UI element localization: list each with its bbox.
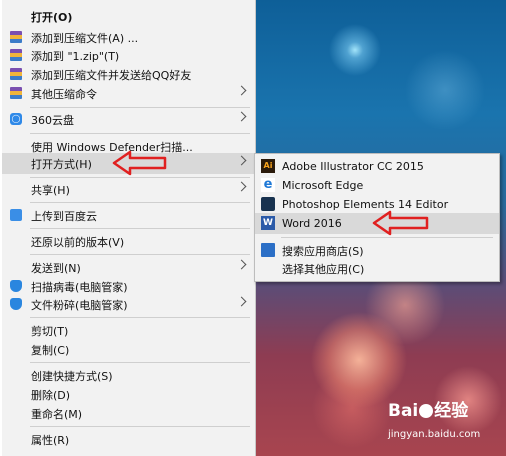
menu-item-create-shortcut[interactable]: 创建快捷方式(S) (2, 365, 255, 386)
menu-item-other-archive-commands[interactable]: 其他压缩命令 (2, 83, 255, 104)
menu-item-upload-baidu-cloud[interactable]: 上传到百度云 (2, 205, 255, 226)
menu-item-add-to-zip[interactable]: 添加到 "1.zip"(T) (2, 45, 255, 66)
menu-item-label: 上传到百度云 (31, 209, 97, 223)
menu-item-label: 扫描病毒(电脑管家) (31, 280, 128, 294)
cloud-360-icon: ◯ (10, 113, 22, 125)
archive-icon (10, 31, 22, 43)
chevron-right-icon (236, 181, 247, 192)
submenu-item-label: Microsoft Edge (282, 179, 364, 192)
photoshop-elements-icon (261, 197, 275, 211)
menu-item-label: 剪切(T) (31, 324, 69, 338)
menu-item-properties[interactable]: 属性(R) (2, 429, 255, 450)
submenu-item-choose-other-app[interactable]: 选择其他应用(C) (255, 258, 499, 279)
menu-separator (30, 202, 250, 203)
annotation-arrow-icon (372, 210, 429, 236)
menu-item-label: 打开(O) (31, 10, 73, 24)
menu-item-share[interactable]: 共享(H) (2, 179, 255, 200)
menu-item-label: 其他压缩命令 (31, 87, 97, 101)
menu-item-rename[interactable]: 重命名(M) (2, 403, 255, 424)
menu-item-copy[interactable]: 复制(C) (2, 339, 255, 360)
illustrator-icon: Ai (261, 159, 275, 173)
edge-icon: e (261, 178, 275, 192)
menu-item-file-shredder[interactable]: 文件粉碎(电脑管家) (2, 294, 255, 315)
archive-icon (10, 49, 22, 61)
menu-item-label: 创建快捷方式(S) (31, 369, 113, 383)
menu-item-label: 打开方式(H) (31, 157, 92, 171)
archive-icon (10, 68, 22, 80)
archive-icon (10, 87, 22, 99)
baidu-cloud-icon (10, 209, 22, 221)
menu-item-archive-send-qq[interactable]: 添加到压缩文件并发送给QQ好友 (2, 64, 255, 85)
menu-separator (30, 228, 250, 229)
baidu-paw-icon (419, 404, 434, 418)
shield-icon (10, 280, 22, 292)
menu-separator (30, 254, 250, 255)
context-menu: 打开(O) 添加到压缩文件(A) ... 添加到 "1.zip"(T) 添加到压… (2, 0, 256, 456)
chevron-right-icon (236, 85, 247, 96)
submenu-item-label: 搜索应用商店(S) (282, 244, 364, 258)
watermark-url: jingyan.baidu.com (388, 429, 481, 440)
menu-separator (30, 426, 250, 427)
menu-item-send-to[interactable]: 发送到(N) (2, 257, 255, 278)
menu-item-label: 添加到压缩文件并发送给QQ好友 (31, 68, 192, 82)
baidu-jingyan-watermark: Bai 经验 jingyan.baidu.com (388, 396, 506, 446)
chevron-right-icon (236, 296, 247, 307)
menu-item-label: 添加到 "1.zip"(T) (31, 49, 120, 63)
menu-item-label: 360云盘 (31, 113, 74, 127)
menu-separator (30, 362, 250, 363)
menu-item-restore-versions[interactable]: 还原以前的版本(V) (2, 231, 255, 252)
annotation-arrow-icon (112, 150, 167, 176)
submenu-item-edge[interactable]: e Microsoft Edge (255, 175, 499, 196)
menu-item-cut[interactable]: 剪切(T) (2, 320, 255, 341)
menu-item-open[interactable]: 打开(O) (2, 6, 255, 27)
watermark-logo: Bai 经验 (388, 401, 469, 421)
submenu-item-label: 选择其他应用(C) (282, 262, 365, 276)
store-icon (261, 243, 275, 257)
menu-item-label: 还原以前的版本(V) (31, 235, 125, 249)
menu-separator (30, 107, 250, 108)
menu-separator (281, 237, 493, 238)
submenu-item-label: Word 2016 (282, 217, 342, 230)
menu-item-label: 发送到(N) (31, 261, 81, 275)
menu-item-label: 共享(H) (31, 183, 70, 197)
menu-item-delete[interactable]: 删除(D) (2, 384, 255, 405)
chevron-right-icon (236, 259, 247, 270)
shield-icon (10, 298, 22, 310)
menu-item-label: 删除(D) (31, 388, 71, 402)
menu-item-label: 文件粉碎(电脑管家) (31, 298, 128, 312)
menu-item-360-cloud[interactable]: ◯ 360云盘 (2, 109, 255, 130)
menu-separator (30, 133, 250, 134)
menu-item-label: 属性(R) (31, 433, 70, 447)
submenu-item-label: Adobe Illustrator CC 2015 (282, 160, 424, 173)
menu-item-label: 复制(C) (31, 343, 70, 357)
menu-item-label: 重命名(M) (31, 407, 83, 421)
menu-separator (30, 177, 250, 178)
word-icon: W (261, 216, 275, 230)
submenu-item-illustrator[interactable]: Ai Adobe Illustrator CC 2015 (255, 156, 499, 177)
chevron-right-icon (236, 111, 247, 122)
chevron-right-icon (236, 155, 247, 166)
menu-item-label: 添加到压缩文件(A) ... (31, 31, 139, 45)
menu-separator (30, 317, 250, 318)
